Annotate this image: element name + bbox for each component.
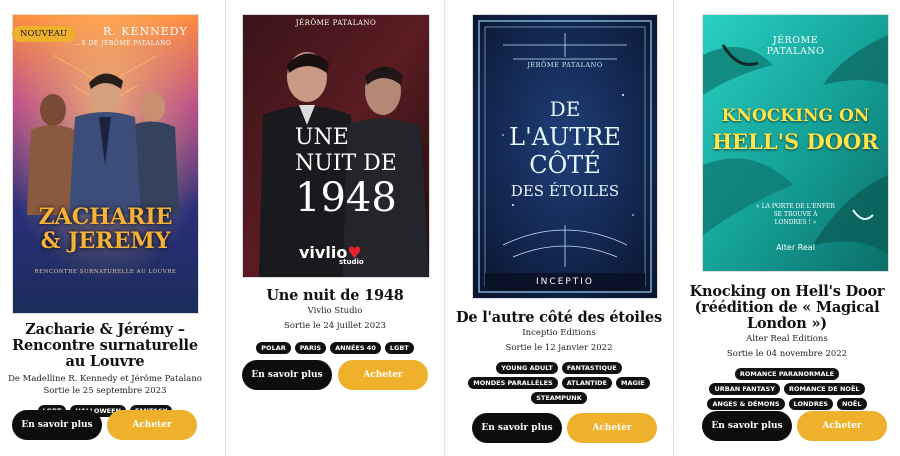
book-title[interactable]: Zacharie & Jérémy – Rencontre surnaturel… xyxy=(0,322,210,370)
buy-button[interactable]: Acheter xyxy=(338,360,428,390)
publisher-logo-sub: studio xyxy=(339,258,364,266)
book-card: JÉROME PATALANO KNOCKING ON HELL'S DOOR … xyxy=(674,0,900,456)
cover-sub-author: …S DE JÉRÔME PATALANO xyxy=(75,40,172,47)
publisher: Inceptio Editions xyxy=(522,328,596,338)
publisher: Vivlio Studio xyxy=(307,306,363,316)
tag[interactable]: ANGES & DÉMONS xyxy=(707,398,785,410)
more-info-button[interactable]: En savoir plus xyxy=(702,411,792,441)
book-cover[interactable]: R. KENNEDY …S DE JÉRÔME PATALANO ZACHARI… xyxy=(12,14,199,314)
buy-button[interactable]: Acheter xyxy=(567,413,657,443)
cover-author-line: PATALANO xyxy=(766,46,825,57)
cover-author: JÉRÔME PATALANO xyxy=(295,19,377,27)
more-info-button[interactable]: En savoir plus xyxy=(472,413,562,443)
cover-title-line: CÔTÉ xyxy=(529,151,601,179)
tag[interactable]: LGBT xyxy=(384,342,414,354)
tag-list: POLAR PARIS ANNÉES 40 LGBT xyxy=(226,342,444,354)
release-date: Sortie le 04 novembre 2022 xyxy=(726,349,848,359)
cover-publisher-logo: INCEPTIO xyxy=(535,277,595,287)
buy-button[interactable]: Acheter xyxy=(797,411,887,441)
cover-quote-line: LONDRES ! » xyxy=(774,219,817,226)
tag[interactable]: NOËL xyxy=(836,398,867,410)
cover-title-line: 1948 xyxy=(295,175,397,221)
tag[interactable]: FANTASTIQUE xyxy=(561,362,622,374)
book-info: De l'autre côté des étoiles Inceptio Edi… xyxy=(445,310,673,404)
release-date: Sortie le 25 septembre 2023 xyxy=(43,386,167,396)
book-cover[interactable]: JÉRÔME PATALANO DE L'AUTRE CÔTÉ DES ÉTOI… xyxy=(472,14,658,299)
publisher: Alter Real Editions xyxy=(746,334,828,344)
cover-author: JÉROME PATALANO xyxy=(703,35,888,57)
book-authors: De Madelline R. Kennedy et Jérôme Patala… xyxy=(8,374,202,384)
cover-title: ZACHARIE & JEREMY xyxy=(13,205,198,253)
cover-author: R. KENNEDY xyxy=(103,25,188,38)
tag[interactable]: MAGIE xyxy=(616,377,650,389)
tag[interactable]: LONDRES xyxy=(788,398,833,410)
cover-author-line: JÉROME xyxy=(772,35,819,46)
tag-list: ROMANCE PARANORMALE URBAN FANTASY ROMANC… xyxy=(674,368,900,410)
cover-title: UNE NUIT DE 1948 xyxy=(295,125,397,219)
book-cover[interactable]: JÉRÔME PATALANO UNE NUIT DE 1948 vivlio♥… xyxy=(242,14,430,278)
cover-quote-line: « LA PORTE DE L'ENFER xyxy=(756,203,835,210)
book-card: R. KENNEDY …S DE JÉRÔME PATALANO ZACHARI… xyxy=(0,0,225,456)
cover-title-line: & JEREMY xyxy=(40,228,171,254)
book-card: JÉRÔME PATALANO DE L'AUTRE CÔTÉ DES ÉTOI… xyxy=(445,0,673,456)
book-card: JÉRÔME PATALANO UNE NUIT DE 1948 vivlio♥… xyxy=(226,0,444,456)
tag[interactable]: URBAN FANTASY xyxy=(709,383,780,395)
cover-title-line: DE xyxy=(549,97,581,121)
release-date: Sortie le 12 janvier 2022 xyxy=(505,343,613,353)
tag[interactable]: YOUNG ADULT xyxy=(496,362,558,374)
cover-title-line: ZACHARIE xyxy=(38,204,173,230)
release-date: Sortie le 24 juillet 2023 xyxy=(284,321,386,331)
tag[interactable]: STEAMPUNK xyxy=(531,392,587,404)
more-info-button[interactable]: En savoir plus xyxy=(12,410,102,440)
tag[interactable]: MONDES PARALLÈLES xyxy=(468,377,558,389)
cover-title: KNOCKING ON HELL'S DOOR xyxy=(703,103,888,155)
tag[interactable]: ANNÉES 40 xyxy=(330,342,381,354)
cover-title-line: KNOCKING ON xyxy=(721,106,870,126)
book-info: Knocking on Hell's Door (réédition de « … xyxy=(674,284,900,410)
cover-publisher-logo: vivlio♥ studio xyxy=(299,243,364,266)
tag-list: YOUNG ADULT FANTASTIQUE MONDES PARALLÈLE… xyxy=(445,362,673,404)
cover-title-line: HELL'S DOOR xyxy=(712,129,879,154)
cover-quote: « LA PORTE DE L'ENFER SE TROUVE À LONDRE… xyxy=(703,203,888,227)
cover-title-line: L'AUTRE xyxy=(509,123,621,151)
buy-button[interactable]: Acheter xyxy=(107,410,197,440)
cover-author: JÉRÔME PATALANO xyxy=(527,61,603,69)
cover-publisher-logo: Alter Real xyxy=(776,243,815,252)
tag[interactable]: PARIS xyxy=(294,342,327,354)
book-title[interactable]: De l'autre côté des étoiles xyxy=(445,310,673,326)
tag[interactable]: ROMANCE DE NOËL xyxy=(783,383,865,395)
cover-title: DE L'AUTRE CÔTÉ DES ÉTOILES xyxy=(473,95,657,203)
tag[interactable]: ROMANCE PARANORMALE xyxy=(734,368,840,380)
book-cover[interactable]: JÉROME PATALANO KNOCKING ON HELL'S DOOR … xyxy=(702,14,889,272)
cover-title-line: DES ÉTOILES xyxy=(510,182,620,200)
more-info-button[interactable]: En savoir plus xyxy=(242,360,332,390)
cover-title-line: UNE xyxy=(295,125,349,150)
tag[interactable]: POLAR xyxy=(256,342,291,354)
book-title[interactable]: Une nuit de 1948 xyxy=(226,288,444,304)
cover-title-line: NUIT DE xyxy=(295,151,397,176)
new-badge: NOUVEAU xyxy=(12,26,76,42)
book-title[interactable]: Knocking on Hell's Door (réédition de « … xyxy=(674,284,900,332)
book-info: Zacharie & Jérémy – Rencontre surnaturel… xyxy=(0,322,210,417)
tag[interactable]: ATLANTIDE xyxy=(561,377,612,389)
cover-tagline: RENCONTRE SURNATURELLE AU LOUVRE xyxy=(34,269,177,275)
cover-quote-line: SE TROUVE À xyxy=(773,211,818,218)
book-info: Une nuit de 1948 Vivlio Studio Sortie le… xyxy=(226,288,444,354)
